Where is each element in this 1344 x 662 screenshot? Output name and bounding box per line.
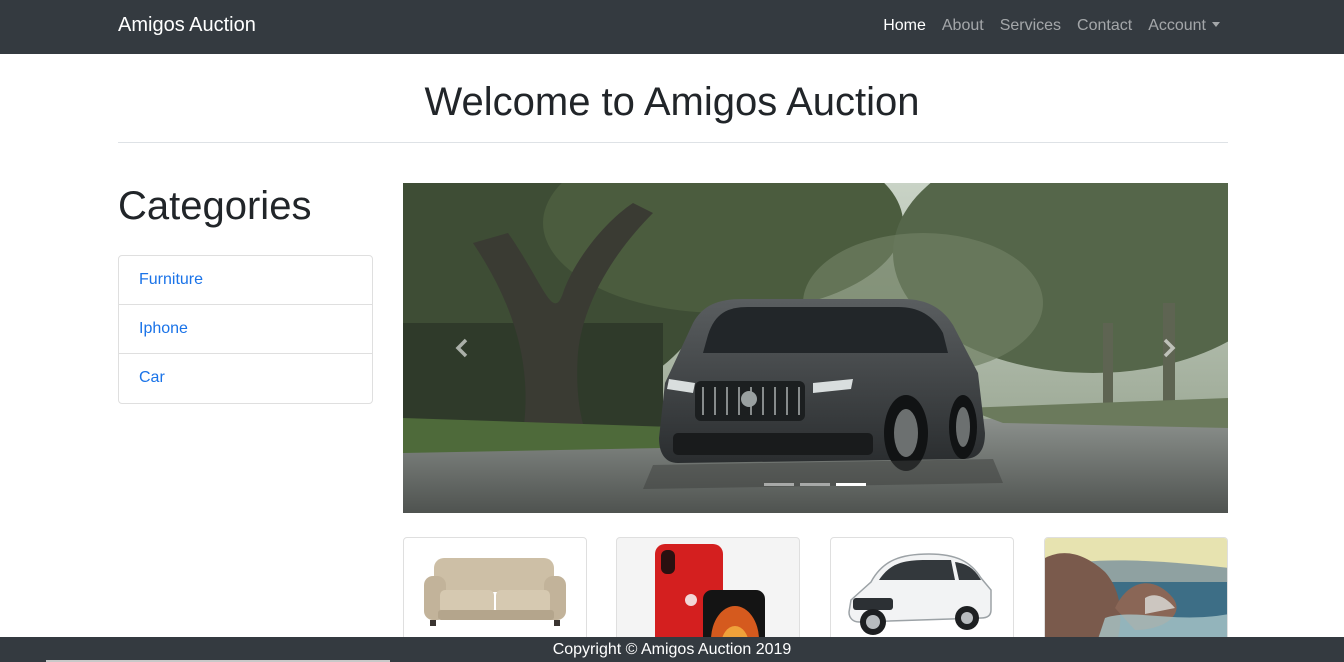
car-slide-image (403, 183, 1228, 513)
nav-contact[interactable]: Contact (1077, 17, 1132, 35)
thumbnail-sofa[interactable] (403, 537, 587, 647)
sofa-image (424, 558, 566, 626)
nav-home[interactable]: Home (883, 17, 926, 35)
carousel-indicator-1[interactable] (764, 483, 794, 486)
seascape-painting-image (1045, 538, 1227, 646)
thumbnail-car[interactable] (830, 537, 1014, 647)
nav-services[interactable]: Services (1000, 17, 1061, 35)
red-iphone-image (655, 544, 765, 646)
category-iphone[interactable]: Iphone (119, 305, 372, 354)
navbar: Amigos Auction Home About Services Conta… (0, 0, 1344, 54)
caret-down-icon (1212, 22, 1220, 27)
nav-account-label: Account (1148, 17, 1206, 34)
categories-list: Furniture Iphone Car (118, 255, 373, 404)
thumbnail-painting[interactable] (1044, 537, 1228, 647)
category-furniture[interactable]: Furniture (119, 256, 372, 305)
brand-logo-link[interactable]: Amigos Auction (118, 14, 256, 37)
title-divider (118, 142, 1228, 143)
page-title: Welcome to Amigos Auction (424, 80, 920, 124)
chevron-left-icon (455, 338, 468, 358)
copyright-text: Copyright © Amigos Auction 2019 (552, 641, 792, 658)
nav-about[interactable]: About (942, 17, 984, 35)
footer: Copyright © Amigos Auction 2019 (0, 637, 1344, 662)
category-car[interactable]: Car (119, 354, 372, 403)
carousel-indicator-2[interactable] (800, 483, 830, 486)
image-carousel (403, 183, 1228, 513)
carousel-prev-button[interactable] (448, 333, 478, 363)
nav-links: Home About Services Contact Account (883, 17, 1220, 35)
nav-account-dropdown[interactable]: Account (1148, 17, 1220, 35)
carousel-indicator-3[interactable] (836, 483, 866, 486)
carousel-next-button[interactable] (1153, 333, 1183, 363)
thumbnail-iphone[interactable] (616, 537, 800, 647)
white-car-image (848, 553, 992, 635)
categories-heading: Categories (118, 184, 312, 228)
chevron-right-icon (1163, 338, 1176, 358)
carousel-indicators (764, 483, 866, 486)
